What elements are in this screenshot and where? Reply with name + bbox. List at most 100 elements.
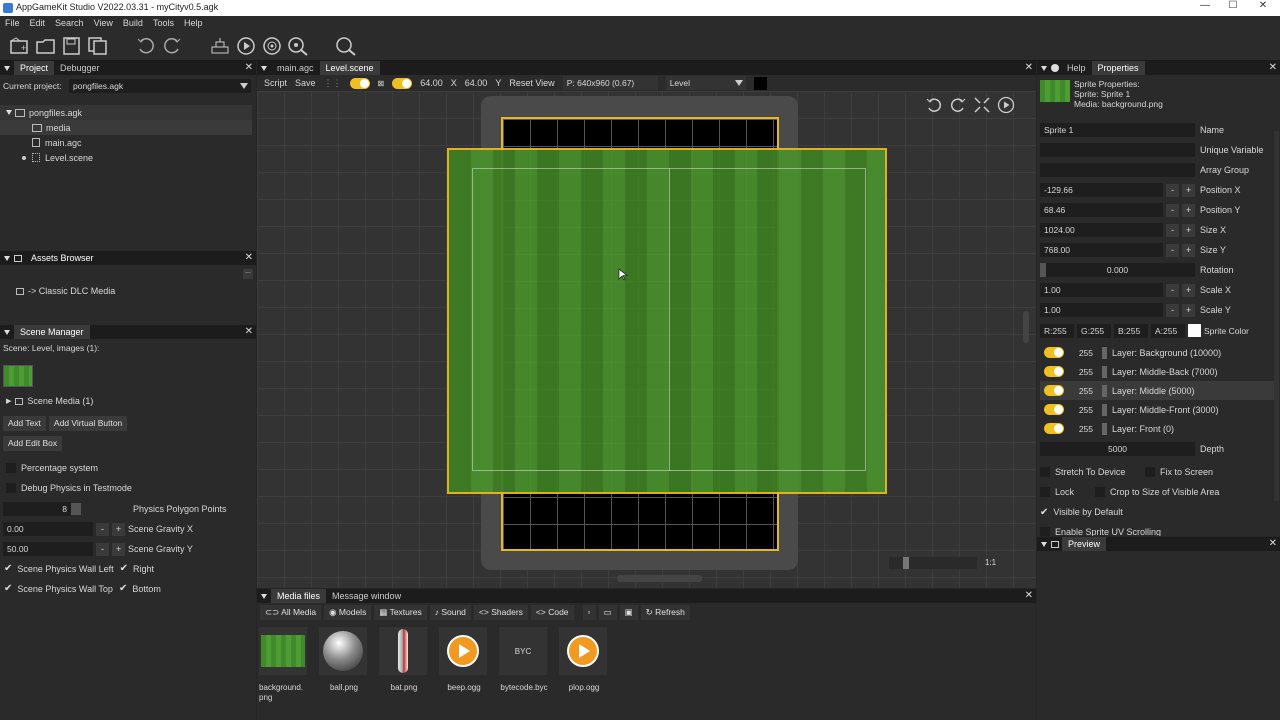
color-r-input[interactable]: R:255 bbox=[1040, 323, 1074, 338]
redo-icon[interactable] bbox=[160, 34, 184, 58]
background-sprite[interactable] bbox=[447, 148, 887, 494]
menu-help[interactable]: Help bbox=[179, 16, 208, 31]
run-icon[interactable] bbox=[234, 34, 258, 58]
add-virtual-button-button[interactable]: Add Virtual Button bbox=[48, 416, 128, 431]
layer-toggle[interactable] bbox=[1044, 385, 1064, 396]
layer-row[interactable]: 255 Layer: Middle-Back (7000) bbox=[1040, 362, 1278, 381]
debug-icon[interactable] bbox=[286, 34, 310, 58]
tab-debugger[interactable]: Debugger bbox=[54, 61, 106, 75]
close-icon[interactable]: ✕ bbox=[1025, 61, 1033, 75]
menu-build[interactable]: Build bbox=[118, 16, 148, 31]
menu-file[interactable]: File bbox=[0, 16, 25, 31]
layer-toggle[interactable] bbox=[1044, 404, 1064, 415]
layer-select[interactable]: Level bbox=[665, 76, 746, 90]
filter-code[interactable]: <> Code bbox=[530, 605, 574, 620]
collapse-icon[interactable] bbox=[4, 329, 10, 335]
layer-row[interactable]: 255 Layer: Background (10000) bbox=[1040, 343, 1278, 362]
layer-toggle[interactable] bbox=[1044, 366, 1064, 377]
slider-handle[interactable] bbox=[1102, 346, 1107, 359]
tab-properties[interactable]: Properties bbox=[1091, 61, 1145, 75]
scale-y-minus-button[interactable]: - bbox=[1166, 303, 1179, 317]
grid-y-value[interactable]: 64.00 bbox=[465, 78, 488, 88]
tab-level-scene[interactable]: Level.scene bbox=[319, 61, 380, 75]
collapse-icon[interactable] bbox=[1041, 541, 1047, 547]
media-item[interactable]: background. png bbox=[259, 627, 309, 703]
more-button[interactable]: ... bbox=[243, 268, 253, 279]
size-y-plus-button[interactable]: + bbox=[1182, 243, 1195, 257]
checkbox[interactable] bbox=[1095, 487, 1105, 497]
media-item[interactable]: beep.ogg bbox=[439, 627, 489, 692]
size-y-input[interactable]: 768.00 bbox=[1040, 243, 1163, 257]
position-x-plus-button[interactable]: + bbox=[1182, 183, 1195, 197]
tab-main-agc[interactable]: main.agc bbox=[271, 61, 320, 75]
polygon-points-input[interactable]: 8 bbox=[3, 502, 71, 516]
checkbox[interactable] bbox=[1040, 527, 1050, 536]
layer-toggle[interactable] bbox=[1044, 423, 1064, 434]
tree-item[interactable]: media bbox=[0, 120, 252, 135]
checkbox[interactable] bbox=[1040, 487, 1050, 497]
refresh-button[interactable]: ↻ Refresh bbox=[640, 605, 690, 620]
array-group-input[interactable] bbox=[1040, 163, 1195, 177]
layer-row[interactable]: 255 Layer: Middle (5000) bbox=[1040, 381, 1278, 400]
snap-toggle[interactable] bbox=[392, 77, 413, 89]
scale-x-plus-button[interactable]: + bbox=[1182, 283, 1195, 297]
unique-variable-input[interactable] bbox=[1040, 143, 1195, 157]
close-icon[interactable]: ✕ bbox=[1025, 589, 1033, 603]
tab-media-files[interactable]: Media files bbox=[271, 589, 327, 603]
gravity-x-plus-button[interactable]: + bbox=[112, 522, 125, 536]
percentage-system-checkbox[interactable]: Percentage system bbox=[6, 463, 98, 473]
script-button[interactable]: Script bbox=[264, 78, 287, 88]
media-item[interactable]: ball.png bbox=[319, 627, 369, 692]
properties-scrollbar[interactable] bbox=[1274, 131, 1279, 501]
layer-value[interactable]: 255 bbox=[1069, 365, 1097, 379]
save-all-icon[interactable] bbox=[86, 34, 110, 58]
gravity-y-minus-button[interactable]: - bbox=[96, 542, 109, 556]
media-item[interactable]: BYC bytecode.byc bbox=[499, 627, 549, 692]
scene-media-item[interactable]: ▶ Scene Media (1) bbox=[6, 396, 93, 406]
color-b-input[interactable]: B:255 bbox=[1114, 323, 1148, 338]
add-edit-box-button[interactable]: Add Edit Box bbox=[3, 436, 63, 451]
new-project-icon[interactable]: + bbox=[8, 34, 32, 58]
minimize-button[interactable]: — bbox=[1190, 0, 1220, 16]
checkmark-icon[interactable]: ✔ bbox=[4, 563, 12, 574]
layer-row[interactable]: 255 Layer: Front (0) bbox=[1040, 419, 1278, 438]
slider-handle[interactable] bbox=[71, 503, 81, 515]
layer-value[interactable]: 255 bbox=[1069, 384, 1097, 398]
close-icon[interactable]: ✕ bbox=[1269, 537, 1277, 551]
tree-item[interactable]: main.agc bbox=[0, 135, 256, 150]
rotation-slider[interactable]: 0.000 bbox=[1040, 263, 1195, 277]
color-swatch[interactable] bbox=[753, 76, 767, 90]
view-large-icon[interactable]: ▣ bbox=[619, 605, 638, 620]
checkmark-icon[interactable]: ✔ bbox=[120, 563, 128, 574]
slider-handle[interactable] bbox=[1102, 384, 1107, 397]
scale-y-input[interactable]: 1.00 bbox=[1040, 303, 1163, 317]
size-x-minus-button[interactable]: - bbox=[1166, 223, 1179, 237]
close-icon[interactable]: ✕ bbox=[245, 325, 253, 339]
depth-input[interactable]: 5000 bbox=[1040, 442, 1195, 456]
current-project-select[interactable]: pongfiles.agk bbox=[69, 79, 251, 93]
filter-textures[interactable]: ▦ Textures bbox=[374, 605, 427, 620]
menu-search[interactable]: Search bbox=[50, 16, 89, 31]
scene-image-thumbnail[interactable] bbox=[3, 365, 33, 387]
fit-screen-icon[interactable] bbox=[973, 96, 991, 114]
build-icon[interactable] bbox=[208, 34, 232, 58]
checkbox[interactable] bbox=[1040, 467, 1050, 477]
view-small-icon[interactable]: ▫ bbox=[582, 605, 596, 620]
position-x-input[interactable]: -129.66 bbox=[1040, 183, 1163, 197]
grid-x-value[interactable]: 64.00 bbox=[420, 78, 443, 88]
gravity-y-input[interactable]: 50.00 bbox=[3, 542, 93, 556]
reset-view-button[interactable]: Reset View bbox=[509, 78, 554, 88]
gravity-y-plus-button[interactable]: + bbox=[112, 542, 125, 556]
name-input[interactable]: Sprite 1 bbox=[1040, 123, 1195, 137]
collapse-icon[interactable] bbox=[261, 65, 267, 71]
vertical-scrollbar[interactable] bbox=[1023, 311, 1029, 343]
filter-models[interactable]: ◉ Models bbox=[324, 605, 372, 620]
layer-value[interactable]: 255 bbox=[1069, 422, 1097, 436]
position-y-input[interactable]: 68.46 bbox=[1040, 203, 1163, 217]
menu-tools[interactable]: Tools bbox=[148, 16, 179, 31]
media-item[interactable]: plop.ogg bbox=[559, 627, 609, 692]
scene-viewport[interactable]: 1:1 bbox=[257, 91, 1036, 588]
tree-item[interactable]: Level.scene bbox=[0, 150, 256, 165]
checkmark-icon[interactable]: ✔ bbox=[1040, 507, 1048, 518]
menu-view[interactable]: View bbox=[89, 16, 118, 31]
